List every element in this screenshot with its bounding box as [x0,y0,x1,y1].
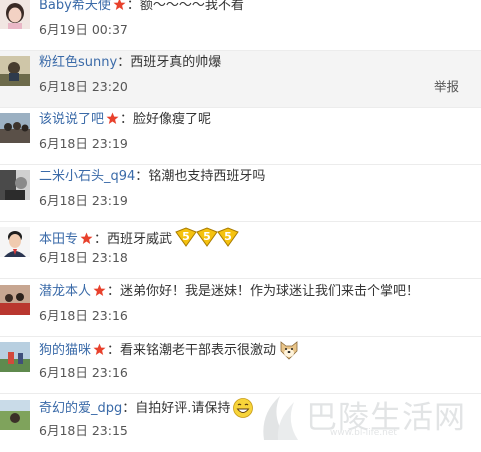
comment-line: 本田专 ：西班牙威武 5 5 5 [39,224,239,247]
comment-line: 狗的猫咪 ：看来铭潮老干部表示很激动 [39,339,300,360]
vip-badge-icon [106,112,119,125]
five-emoji-icon: 555 [174,224,239,255]
comment-separator: ： [122,401,136,416]
comment-item: Baby希天使 ：额～～～～我不看 6月19日 00:37 [0,0,481,51]
comment-separator: ： [117,55,131,70]
comment-line: 潜龙本人 ：迷弟你好！我是迷妹！作为球迷让我们来击个掌吧！ [39,282,419,302]
avatar-photo-icon[interactable] [0,56,30,86]
report-link[interactable]: 举报 [434,78,459,96]
comment-username[interactable]: 奇幻的爱_dpg [39,401,122,416]
comment-line: 二米小石头_q94：铭潮也支持西班牙吗 [39,167,265,187]
comment-separator: ： [120,112,134,127]
comment-time: 6月18日 23:19 [39,193,128,208]
comment-username[interactable]: 二米小石头_q94 [39,169,135,184]
comment-time: 6月18日 23:15 [39,423,128,438]
vip-badge-icon [113,0,126,11]
comment-separator: ： [126,0,140,13]
comment-item: 二米小石头_q94：铭潮也支持西班牙吗 6月18日 23:19 [0,165,481,222]
comment-item: 本田专 ：西班牙威武 5 5 5 6月18日 23:18 [0,222,481,279]
doge-emoji-icon [278,339,300,368]
comment-separator: ： [107,284,121,299]
comment-text: 铭潮也支持西班牙吗 [148,169,266,184]
vip-badge-icon [93,284,106,297]
comment-separator: ： [107,343,121,358]
grin-emoji-icon [232,397,254,426]
comment-time: 6月18日 23:16 [39,365,128,380]
comment-time: 6月18日 23:19 [39,136,128,151]
comment-username[interactable]: 本田专 [39,232,78,247]
comment-text: 西班牙威武 [107,232,173,247]
comment-item: 潜龙本人 ：迷弟你好！我是迷妹！作为球迷让我们来击个掌吧！ 6月18日 23:16 [0,280,481,337]
comment-item: 奇幻的爱_dpg：自拍好评.请保持 6月18日 23:15 [0,395,481,452]
comment-list: Baby希天使 ：额～～～～我不看 6月19日 00:37 粉红色sunny：西班… [0,0,481,444]
comment-text: 西班牙真的帅爆 [130,55,222,70]
comment-text: 看来铭潮老干部表示很激动 [120,343,277,358]
comment-text: 脸好像瘦了呢 [133,112,212,127]
comment-separator: ： [135,169,149,184]
comment-username[interactable]: 粉红色sunny [39,55,117,70]
comment-item: 该说说了吧 ：脸好像瘦了呢 6月18日 23:19 [0,108,481,165]
comment-text: 自拍好评.请保持 [135,401,231,416]
comment-text: 迷弟你好！我是迷妹！作为球迷让我们来击个掌吧！ [120,284,420,299]
comment-time: 6月19日 00:37 [39,22,128,37]
comment-time: 6月18日 23:18 [39,250,128,265]
avatar-outdoor-icon[interactable] [0,342,30,372]
avatar-man-icon[interactable] [0,227,30,257]
comment-username[interactable]: 该说说了吧 [39,112,104,127]
comment-line: 粉红色sunny：西班牙真的帅爆 [39,53,221,73]
comment-separator: ： [94,232,108,247]
svg-text:5: 5 [182,230,190,243]
comment-item: 狗的猫咪 ：看来铭潮老干部表示很激动 6月18日 23:16 [0,337,481,394]
comment-line: 奇幻的爱_dpg：自拍好评.请保持 [39,397,254,418]
comment-time: 6月18日 23:20 [39,79,128,94]
comment-username[interactable]: 潜龙本人 [39,284,91,299]
comment-username[interactable]: Baby希天使 [39,0,111,13]
vip-badge-icon [80,232,93,245]
svg-text:5: 5 [203,230,211,243]
comment-username[interactable]: 狗的猫咪 [39,343,91,358]
vip-badge-icon [93,343,106,356]
svg-text:5: 5 [224,230,232,243]
avatar-girl-icon[interactable] [0,0,30,29]
comment-text: 额～～～～我不看 [139,0,244,13]
avatar-mono-icon[interactable] [0,170,30,200]
comment-line: 该说说了吧 ：脸好像瘦了呢 [39,110,211,130]
avatar-crowd-icon[interactable] [0,113,30,143]
avatar-landscape-icon[interactable] [0,400,30,430]
avatar-group-icon[interactable] [0,285,30,315]
comment-time: 6月18日 23:16 [39,308,128,323]
comment-line: Baby希天使 ：额～～～～我不看 [39,0,244,16]
comment-item: 粉红色sunny：西班牙真的帅爆 6月18日 23:20 举报 [0,51,481,108]
